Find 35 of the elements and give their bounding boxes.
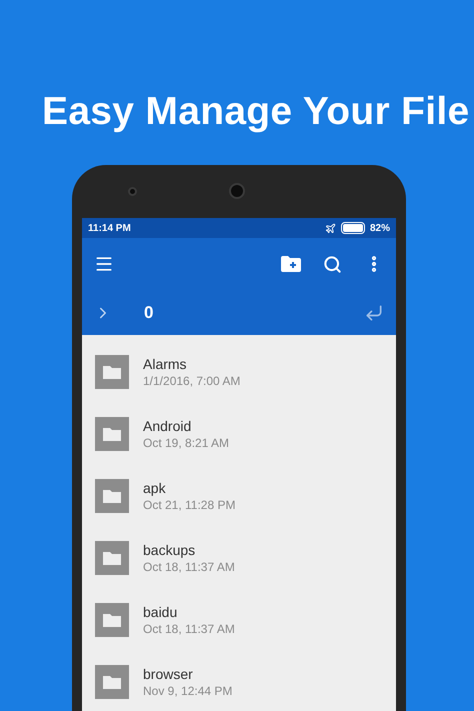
file-date: Oct 21, 11:28 PM <box>143 497 236 513</box>
headline: Easy Manage Your File <box>42 89 470 135</box>
return-arrow-icon[interactable] <box>364 302 384 322</box>
file-date: 1/1/2016, 7:00 AM <box>143 373 240 389</box>
sensor-icon <box>128 186 137 196</box>
battery-icon <box>340 222 365 234</box>
folder-icon <box>95 417 129 451</box>
folder-icon <box>95 355 129 389</box>
file-date: Oct 18, 11:37 AM <box>143 621 235 637</box>
camera-icon <box>229 183 245 199</box>
file-row[interactable]: baidu Oct 18, 11:37 AM <box>82 589 396 651</box>
file-row[interactable]: Android Oct 19, 8:21 AM <box>82 403 396 465</box>
file-name: apk <box>143 479 167 497</box>
status-time: 11:14 PM <box>88 222 131 234</box>
file-date: Oct 18, 11:37 AM <box>143 559 235 575</box>
folder-icon <box>95 541 129 575</box>
folder-icon <box>95 603 129 637</box>
file-row[interactable]: Alarms 1/1/2016, 7:00 AM <box>82 341 396 403</box>
airplane-icon <box>324 222 336 234</box>
path-segment[interactable]: 0 <box>144 302 154 322</box>
folder-icon <box>95 665 129 699</box>
file-name: Android <box>143 417 192 435</box>
folder-icon <box>95 479 129 513</box>
file-row[interactable]: apk Oct 21, 11:28 PM <box>82 465 396 527</box>
file-name: browser <box>143 665 194 683</box>
search-icon[interactable] <box>323 254 342 274</box>
file-name: Alarms <box>143 355 188 373</box>
file-name: backups <box>143 541 196 559</box>
file-row[interactable]: browser Nov 9, 12:44 PM <box>82 651 396 711</box>
file-row[interactable]: backups Oct 18, 11:37 AM <box>82 527 396 589</box>
file-date: Nov 9, 12:44 PM <box>143 683 232 699</box>
battery-percent: 82% <box>370 222 390 234</box>
new-folder-icon[interactable] <box>281 256 301 272</box>
file-date: Oct 19, 8:21 AM <box>143 435 230 451</box>
file-name: baidu <box>143 603 178 621</box>
